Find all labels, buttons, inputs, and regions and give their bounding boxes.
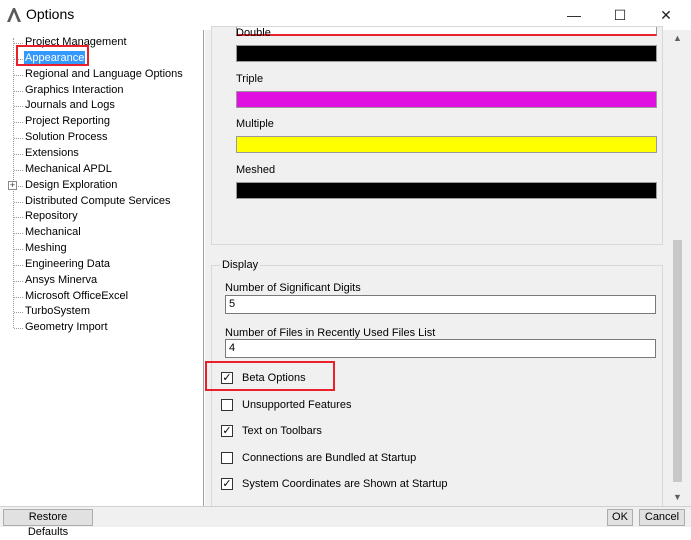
scroll-down-icon[interactable]: ▼ <box>669 489 686 506</box>
expand-plus-icon[interactable]: + <box>8 180 17 190</box>
tree-item[interactable]: TurboSystem <box>24 304 91 319</box>
tree-item[interactable]: Microsoft OfficeExcel <box>24 289 129 304</box>
tree-line <box>14 217 23 219</box>
checkbox-unchecked-icon[interactable] <box>221 398 233 411</box>
tree-item[interactable]: Distributed Compute Services <box>24 194 172 209</box>
window-title: Options <box>26 6 75 22</box>
color-setting-label: Meshed <box>236 163 276 176</box>
tree-line <box>14 106 23 108</box>
tree-line <box>14 296 23 298</box>
checkbox-label: System Coordinates are Shown at Startup <box>242 478 448 491</box>
tree-line <box>14 90 23 92</box>
tree-item[interactable]: Ansys Minerva <box>24 273 98 288</box>
scroll-thumb[interactable] <box>673 240 682 482</box>
tree-line <box>14 138 23 140</box>
significant-digits-label: Number of Significant Digits <box>225 282 361 294</box>
recent-files-label: Number of Files in Recently Used Files L… <box>225 327 436 339</box>
color-swatch-bar[interactable] <box>236 45 657 62</box>
beta-options-highlight <box>205 361 335 391</box>
checkbox-row[interactable]: ✓ Text on Toolbars <box>221 423 322 439</box>
tree-line <box>14 153 23 155</box>
checkbox-row[interactable]: Unsupported Features <box>221 397 351 413</box>
tree-line <box>14 264 23 266</box>
color-swatch-bar[interactable] <box>236 136 657 153</box>
tree-item[interactable]: Graphics Interaction <box>24 83 124 98</box>
tree-item[interactable]: Regional and Language Options <box>24 67 184 82</box>
tree-item[interactable]: Extensions <box>24 146 80 161</box>
tree-item[interactable]: Engineering Data <box>24 257 111 272</box>
recent-files-input[interactable]: 4 <box>225 339 656 358</box>
color-setting-label: Multiple <box>236 118 274 130</box>
color-swatch-bar[interactable] <box>236 90 657 108</box>
checkbox-row[interactable]: ✓ System Coordinates are Shown at Startup <box>221 476 447 492</box>
checkbox-label: Connections are Bundled at Startup <box>242 451 417 464</box>
tree-item[interactable]: Solution Process <box>24 130 109 145</box>
button-bar: Restore Defaults OK Cancel <box>0 506 691 538</box>
vertical-scrollbar[interactable]: ▲ ▼ <box>669 30 686 506</box>
ok-button[interactable]: OK <box>607 509 633 526</box>
tree-line <box>14 249 23 251</box>
tree-line <box>14 328 23 330</box>
tree-line <box>14 312 23 314</box>
tree-line <box>14 43 23 44</box>
tree-item[interactable]: Design Exploration <box>24 178 118 193</box>
significant-digits-input[interactable]: 5 <box>225 295 656 314</box>
ansys-app-icon <box>6 7 22 23</box>
cancel-button[interactable]: Cancel <box>639 509 685 526</box>
tree-line <box>14 280 23 282</box>
tree-line <box>14 169 23 171</box>
checkbox-row[interactable]: Connections are Bundled at Startup <box>221 450 416 466</box>
tree-item[interactable]: Project Reporting <box>24 114 111 129</box>
tree-line <box>14 233 23 235</box>
checkbox-checked-icon[interactable]: ✓ <box>221 478 233 491</box>
checkbox-label: Text on Toolbars <box>242 425 322 438</box>
color-setting-label: Triple <box>236 72 264 85</box>
colors-group: Double Triple Multiple Meshed <box>211 26 663 245</box>
partial-color-bar[interactable] <box>236 27 657 36</box>
checkbox-unchecked-icon[interactable] <box>221 451 233 464</box>
tree-line <box>14 122 23 124</box>
checkbox-label: Unsupported Features <box>242 398 352 411</box>
tree-item[interactable]: Repository <box>24 209 79 224</box>
tree-item[interactable]: Meshing <box>24 241 68 256</box>
tree-item[interactable]: Mechanical APDL <box>24 162 113 177</box>
color-setting-label: Double <box>236 27 271 39</box>
tree-item[interactable]: Journals and Logs <box>24 98 116 113</box>
tree-line <box>14 201 23 203</box>
tree-item[interactable]: Mechanical <box>24 225 82 240</box>
scroll-up-icon[interactable]: ▲ <box>669 30 686 47</box>
appearance-settings-pane: Double Triple Multiple Meshed Display Numbe… <box>205 26 691 525</box>
tree-item[interactable]: Geometry Import <box>24 320 109 335</box>
tree-line <box>14 74 23 76</box>
options-tree[interactable]: Project Management Appearance Regional and… <box>0 30 204 506</box>
restore-defaults-button[interactable]: Restore Defaults <box>3 509 93 538</box>
checkbox-checked-icon[interactable]: ✓ <box>221 425 233 438</box>
color-swatch-bar[interactable] <box>236 181 657 199</box>
appearance-highlight <box>16 45 89 66</box>
display-group-legend: Display <box>220 259 261 271</box>
